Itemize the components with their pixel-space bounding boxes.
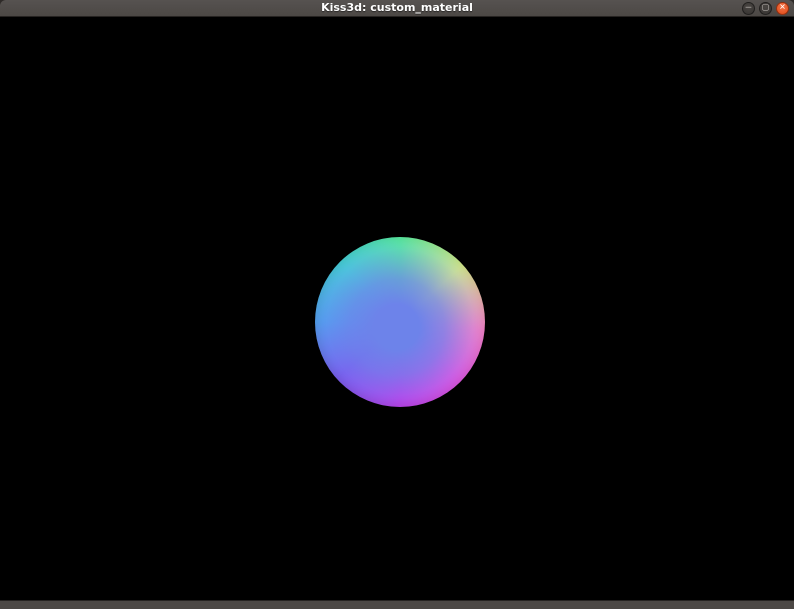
maximize-button[interactable]: ▢ (759, 1, 772, 15)
app-window: Kiss3d: custom_material ─ ▢ ✕ (0, 0, 794, 609)
close-icon: ✕ (779, 2, 786, 12)
normal-mapped-sphere (315, 237, 485, 407)
window-title: Kiss3d: custom_material (321, 1, 473, 14)
window-bottom-frame (0, 600, 794, 609)
close-button[interactable]: ✕ (776, 1, 789, 15)
minimize-button[interactable]: ─ (742, 1, 755, 15)
window-controls: ─ ▢ ✕ (742, 0, 789, 16)
minimize-icon: ─ (745, 2, 752, 12)
render-viewport[interactable] (0, 17, 794, 600)
titlebar[interactable]: Kiss3d: custom_material ─ ▢ ✕ (0, 0, 794, 17)
maximize-icon: ▢ (761, 2, 770, 12)
